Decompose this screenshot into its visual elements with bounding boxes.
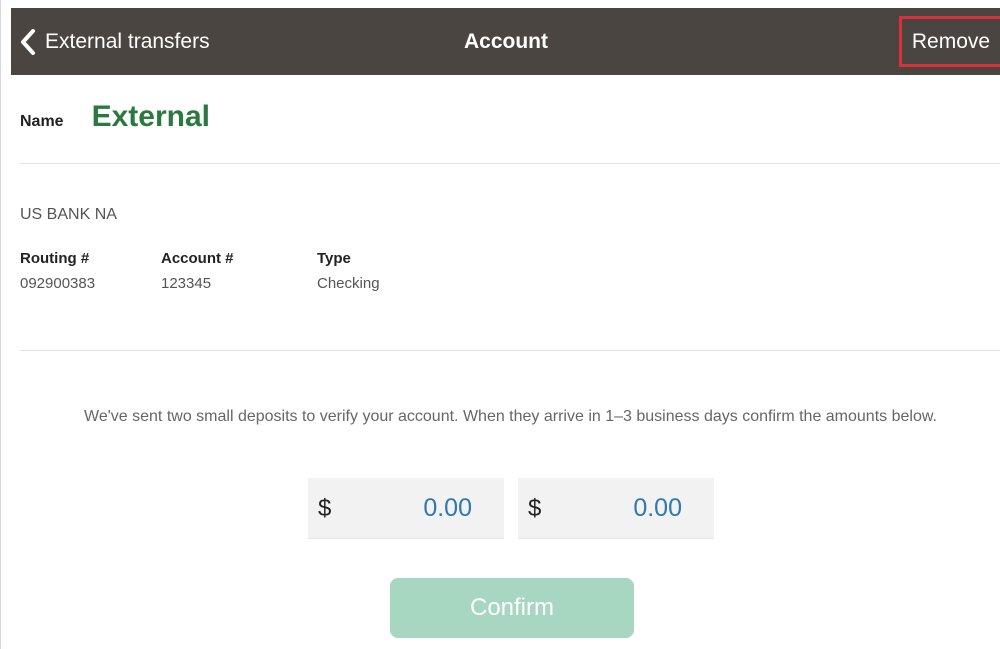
deposit-amount-field-2: $ bbox=[518, 478, 714, 539]
account-type-value: Checking bbox=[317, 275, 380, 292]
account-number-value: 123345 bbox=[161, 275, 212, 292]
confirm-button[interactable]: Confirm bbox=[390, 578, 634, 638]
back-button-label: External transfers bbox=[45, 29, 210, 53]
account-number-group: Account # 123345 bbox=[161, 250, 234, 292]
deposit-amount-input-2[interactable] bbox=[562, 478, 682, 539]
routing-number-group: Routing # 092900383 bbox=[20, 250, 95, 292]
divider bbox=[20, 350, 1000, 351]
routing-number-value: 092900383 bbox=[20, 275, 96, 292]
deposit-amount-input-1[interactable] bbox=[352, 478, 472, 539]
currency-symbol: $ bbox=[528, 495, 542, 522]
routing-number-label: Routing # bbox=[20, 250, 90, 267]
account-name-value: External bbox=[91, 100, 210, 133]
account-type-group: Type Checking bbox=[317, 250, 380, 292]
divider bbox=[20, 163, 1000, 164]
deposit-amount-field-1: $ bbox=[308, 478, 504, 539]
account-type-label: Type bbox=[317, 250, 351, 267]
account-name-row: Name External bbox=[20, 100, 210, 134]
verification-message: We've sent two small deposits to verify … bbox=[84, 408, 937, 425]
app-window: External transfers Account Remove Name E… bbox=[0, 0, 1000, 649]
back-button[interactable]: External transfers bbox=[11, 8, 210, 75]
navigation-bar: External transfers Account Remove bbox=[11, 8, 1000, 75]
bank-name: US BANK NA bbox=[20, 206, 117, 223]
top-strip bbox=[1, 0, 1000, 8]
chevron-left-icon bbox=[11, 8, 45, 75]
remove-button[interactable]: Remove bbox=[899, 16, 1000, 67]
name-label: Name bbox=[20, 113, 64, 130]
account-number-label: Account # bbox=[161, 250, 234, 267]
currency-symbol: $ bbox=[318, 495, 332, 522]
